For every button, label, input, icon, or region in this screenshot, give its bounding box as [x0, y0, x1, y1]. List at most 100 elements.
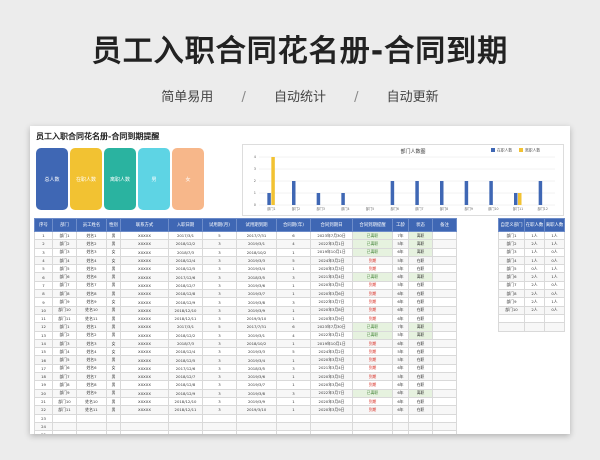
table-row[interactable]: 1 部门1 姓名1 男 XXXXX 2017/3/1 5 2017/7/31 6 2023年7月3…: [34, 230, 457, 241]
table-cell[interactable]: 2018/12/4: [168, 255, 203, 266]
table-cell[interactable]: [352, 421, 393, 432]
table-cell[interactable]: 1: [276, 305, 311, 315]
table-cell[interactable]: [120, 430, 169, 434]
summary-row[interactable]: 部门6 2人 1人: [498, 272, 565, 282]
table-cell[interactable]: XXXXX: [120, 289, 169, 299]
table-cell[interactable]: 5年: [392, 239, 409, 249]
table-cell[interactable]: 3: [202, 396, 237, 407]
bar-active[interactable]: [390, 181, 395, 205]
table-cell[interactable]: XXXXX: [120, 280, 169, 291]
table-cell[interactable]: 到期: [352, 347, 393, 357]
table-cell[interactable]: 在职: [408, 380, 433, 390]
bar-active[interactable]: [489, 181, 493, 205]
bar-active[interactable]: [464, 181, 469, 205]
table-cell[interactable]: 到期: [352, 372, 393, 382]
table-row[interactable]: 14 部门3 姓名3 女 XXXXX 2018/7/3 3 2018/10/2 1 2019年10…: [34, 338, 457, 349]
table-row[interactable]: 23: [34, 413, 457, 423]
table-row[interactable]: 13 部门2 姓名2 男 XXXXX 2018/12/2 3 2019/3/1 4 2022年3月…: [34, 330, 457, 340]
table-cell[interactable]: 5年: [392, 355, 409, 365]
table-cell[interactable]: XXXXX: [120, 405, 169, 415]
table-cell[interactable]: 男: [106, 280, 121, 291]
table-cell[interactable]: 已离职: [352, 247, 393, 257]
table-cell[interactable]: 男: [106, 380, 121, 390]
table-cell[interactable]: [432, 388, 457, 398]
summary-cell[interactable]: 0人: [524, 264, 545, 274]
table-cell[interactable]: [168, 430, 203, 434]
table-cell[interactable]: 到期: [352, 355, 393, 365]
table-cell[interactable]: 2017/12/6: [168, 272, 203, 282]
table-cell[interactable]: 到期: [352, 338, 393, 349]
column-header[interactable]: 员工姓名: [76, 218, 107, 232]
table-cell[interactable]: 姓名4: [76, 255, 107, 266]
table-cell[interactable]: 20: [34, 388, 53, 398]
table-cell[interactable]: 2019/3/9: [236, 305, 277, 315]
table-cell[interactable]: [52, 421, 77, 432]
table-cell[interactable]: 姓名4: [76, 347, 107, 357]
table-cell[interactable]: 1: [276, 338, 311, 349]
table-cell[interactable]: 2019/3/3: [236, 255, 277, 266]
table-cell[interactable]: 3: [202, 380, 237, 390]
table-cell[interactable]: [432, 272, 457, 282]
table-cell[interactable]: 2019年10月1日: [310, 338, 353, 349]
table-cell[interactable]: [432, 297, 457, 307]
bar-left[interactable]: [271, 157, 275, 205]
table-cell[interactable]: 5: [202, 322, 237, 332]
bar-active[interactable]: [316, 193, 321, 205]
table-row[interactable]: 8 部门8 姓名8 男 XXXXX 2018/12/8 3 2019/3/7 1 2020年3月6…: [34, 289, 457, 299]
table-cell[interactable]: XXXXX: [120, 372, 169, 382]
table-cell[interactable]: [352, 413, 393, 423]
table-cell[interactable]: [310, 413, 353, 423]
table-cell[interactable]: 姓名1: [76, 322, 107, 332]
table-cell[interactable]: 2017/7/31: [236, 230, 277, 241]
table-row[interactable]: 19 部门8 姓名8 男 XXXXX 2018/12/8 3 2019/3/7 1 2020年3月…: [34, 380, 457, 390]
table-cell[interactable]: 部门1: [52, 322, 77, 332]
table-cell[interactable]: [432, 239, 457, 249]
table-cell[interactable]: 3: [202, 280, 237, 291]
table-cell[interactable]: 女: [106, 338, 121, 349]
summary-cell[interactable]: 部门5: [498, 264, 525, 274]
table-cell[interactable]: 男: [106, 289, 121, 299]
table-cell[interactable]: 部门6: [52, 272, 77, 282]
table-cell[interactable]: 24: [34, 421, 53, 432]
table-cell[interactable]: 7年: [392, 230, 409, 241]
table-cell[interactable]: 已离职: [352, 239, 393, 249]
table-cell[interactable]: 部门3: [52, 338, 77, 349]
table-cell[interactable]: 姓名11: [76, 405, 107, 415]
table-cell[interactable]: 2018/12/9: [168, 297, 203, 307]
table-cell[interactable]: 在职: [408, 355, 433, 365]
table-cell[interactable]: 6年: [392, 388, 409, 398]
table-cell[interactable]: 5: [202, 230, 237, 241]
table-cell[interactable]: 姓名6: [76, 272, 107, 282]
summary-row[interactable]: 部门8 2人 0人: [498, 289, 565, 299]
card-male[interactable]: 男: [138, 148, 170, 210]
column-header[interactable]: 试用期(月): [202, 218, 237, 232]
table-cell[interactable]: 2018/10/2: [236, 247, 277, 257]
table-cell[interactable]: 4: [276, 330, 311, 340]
summary-row[interactable]: 部门7 2人 0人: [498, 280, 565, 291]
table-cell[interactable]: 1: [276, 396, 311, 407]
table-cell[interactable]: 姓名2: [76, 330, 107, 340]
table-cell[interactable]: 6年: [392, 247, 409, 257]
summary-cell[interactable]: [498, 322, 525, 332]
table-cell[interactable]: 1: [276, 405, 311, 415]
table-cell[interactable]: 已离职: [352, 272, 393, 282]
table-cell[interactable]: 5: [276, 347, 311, 357]
table-row[interactable]: 12 部门1 姓名1 男 XXXXX 2017/3/1 5 2017/7/31 6 2023年7月…: [34, 322, 457, 332]
table-cell[interactable]: 13: [34, 330, 53, 340]
table-cell[interactable]: 2019/3/9: [236, 396, 277, 407]
table-cell[interactable]: [432, 338, 457, 349]
table-cell[interactable]: 部门9: [52, 388, 77, 398]
table-row[interactable]: 2 部门2 姓名2 男 XXXXX 2018/12/2 3 2019/3/1 4 2022年3月1…: [34, 239, 457, 249]
table-cell[interactable]: 在职: [408, 396, 433, 407]
table-cell[interactable]: [432, 305, 457, 315]
summary-cell[interactable]: [524, 322, 545, 332]
summary-cell[interactable]: 部门4: [498, 255, 525, 266]
table-cell[interactable]: [236, 421, 277, 432]
table-cell[interactable]: 部门7: [52, 280, 77, 291]
table-cell[interactable]: 部门9: [52, 297, 77, 307]
table-cell[interactable]: 2017/3/1: [168, 230, 203, 241]
table-cell[interactable]: 离职: [408, 247, 433, 257]
summary-cell[interactable]: 部门8: [498, 289, 525, 299]
table-cell[interactable]: 2019/3/7: [236, 289, 277, 299]
table-cell[interactable]: 2020年3月3日: [310, 355, 353, 365]
